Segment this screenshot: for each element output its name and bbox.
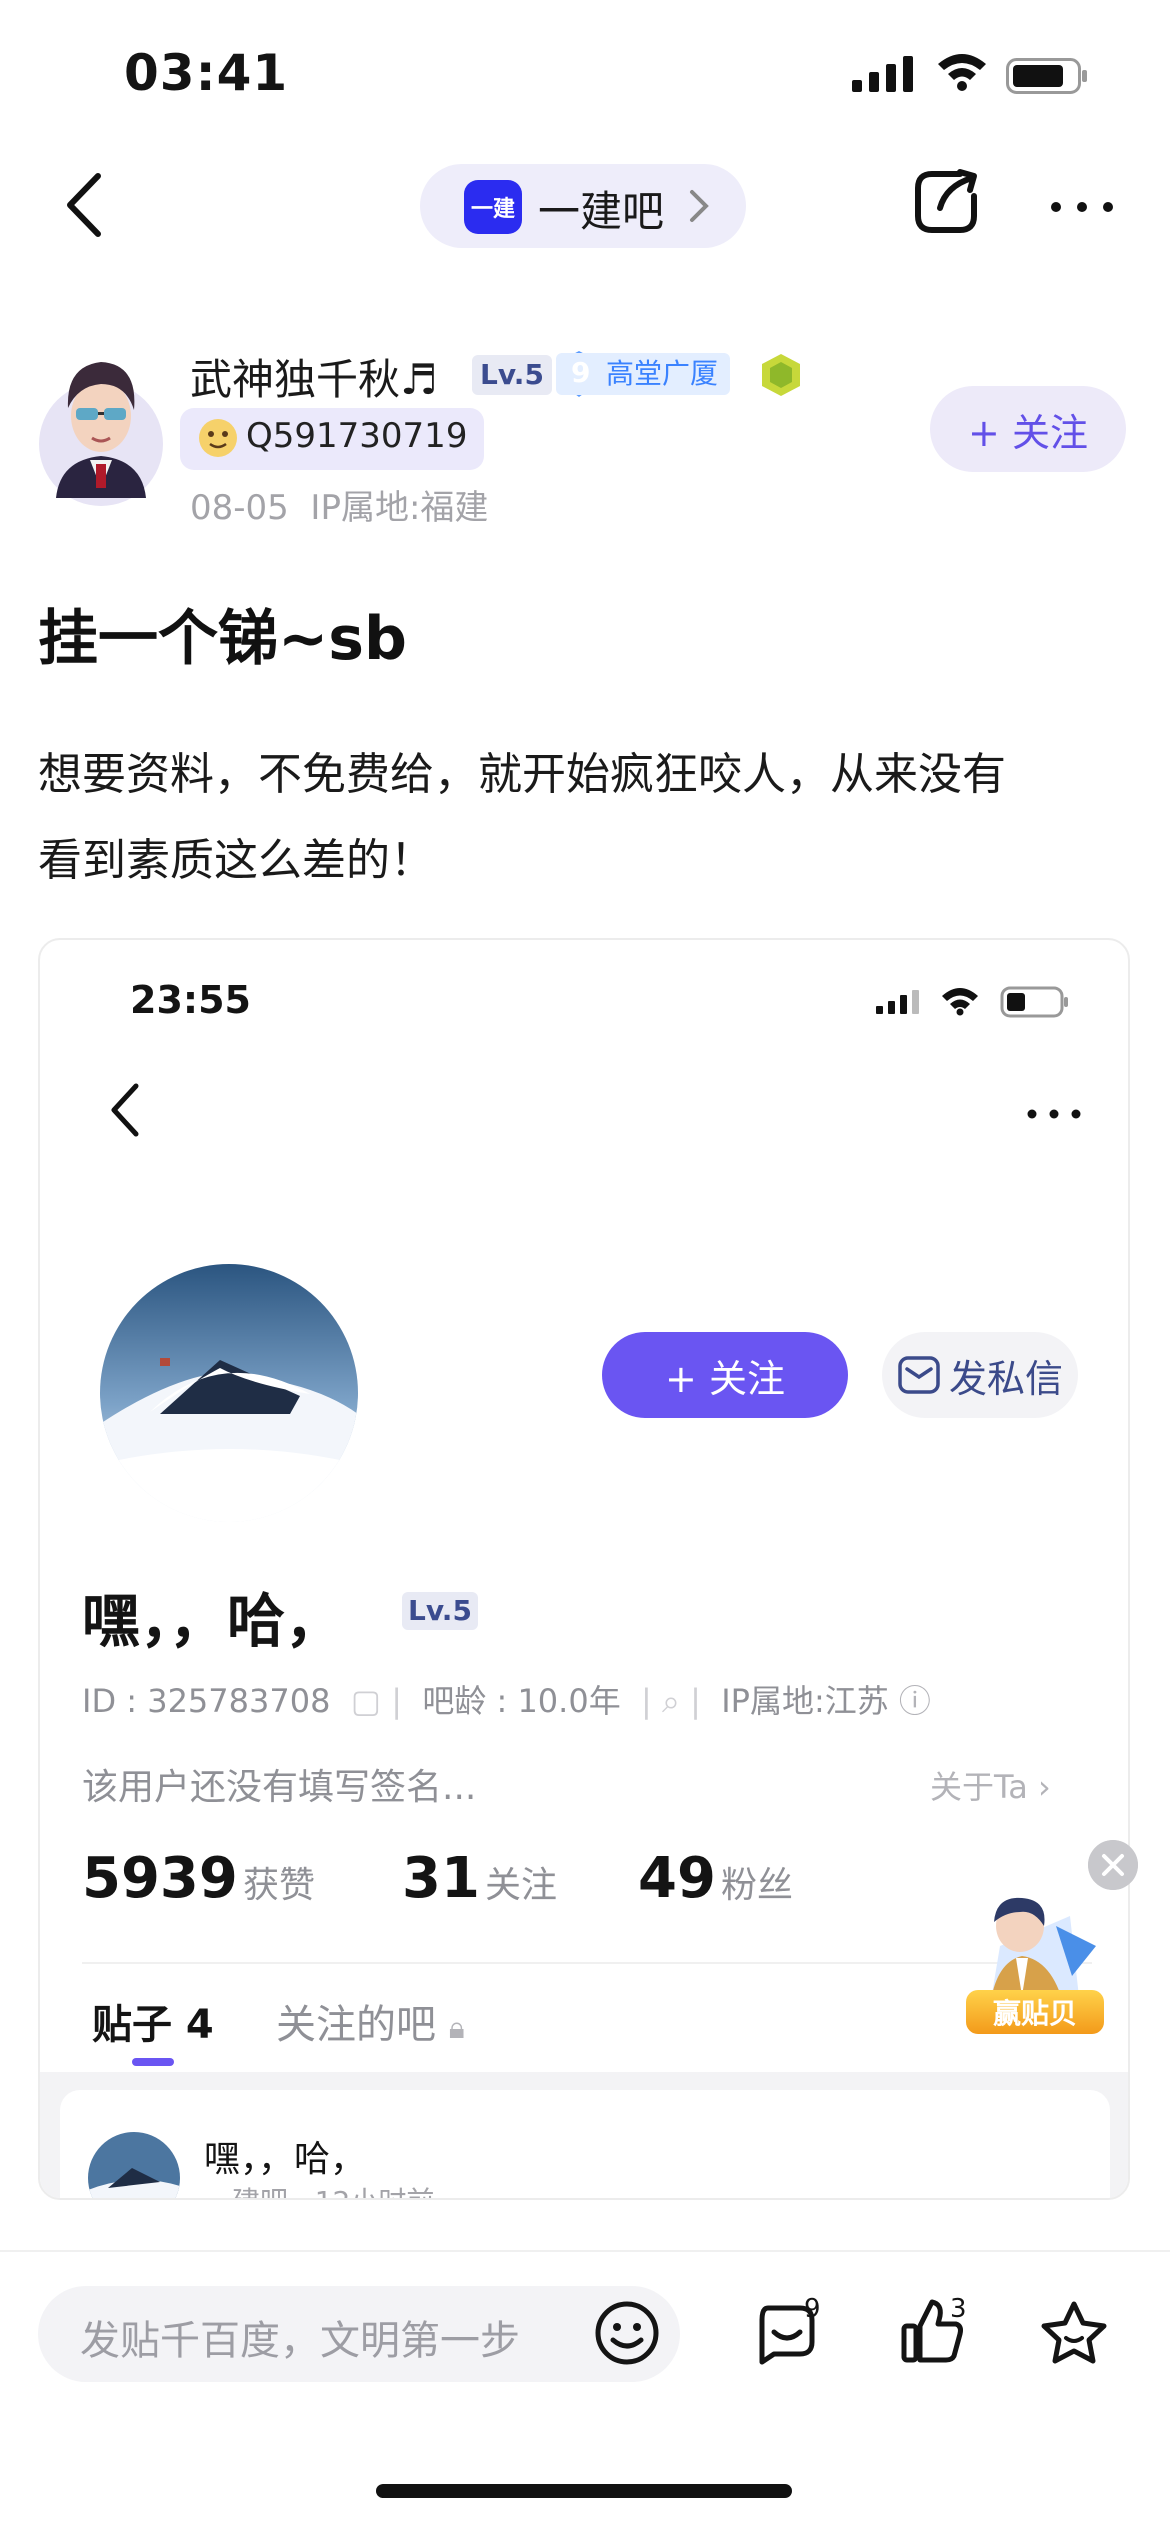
comment-input-placeholder[interactable]: 发贴千百度，文明第一步: [80, 2308, 520, 2366]
image-nickname: 嘿，，哈，: [82, 1587, 344, 1655]
stat-number: 31: [402, 1846, 480, 1911]
honor-level-number: 9: [571, 356, 591, 389]
author-name[interactable]: 武神独千秋♬: [190, 346, 438, 407]
image-message-button: 发私信: [882, 1332, 1078, 1418]
comment-button[interactable]: 9: [754, 2294, 821, 2370]
image-forum-age: 吧龄 : 10.0年: [422, 1682, 621, 1720]
achievement-badge-icon: [762, 354, 800, 396]
image-profile-info: ID : 325783708 ▢ | 吧龄 : 10.0年 | ⌕ | IP属地…: [82, 1682, 931, 1720]
post-body-line: 看到素质这么差的！: [38, 835, 434, 886]
favorite-star-icon[interactable]: [1040, 2300, 1108, 2366]
stat-label: 粉丝: [721, 1865, 794, 1906]
more-options-icon[interactable]: [1050, 200, 1114, 214]
stat-label: 关注: [485, 1865, 558, 1906]
image-more-icon: [1027, 1109, 1081, 1119]
image-level-badge: Lv.5: [402, 1592, 478, 1630]
like-button[interactable]: 3: [898, 2294, 968, 2370]
promo-widget[interactable]: 赢贴贝: [960, 1886, 1110, 2046]
image-about-link: 关于Ta ›: [930, 1768, 1051, 1806]
image-status-time: 23:55: [130, 978, 251, 1022]
battery-icon: [1006, 58, 1087, 94]
honor-title: 高堂广厦: [606, 357, 719, 390]
image-tab-forums-label: 关注的吧: [276, 2002, 436, 2048]
image-message-label: 发私信: [948, 1356, 1063, 1401]
image-stat-following: 31 关注: [402, 1846, 638, 1911]
emoji-icon[interactable]: [594, 2300, 660, 2366]
post-meta: 08-05 IP属地:福建: [190, 480, 488, 529]
image-ip-location: IP属地:江苏: [721, 1682, 889, 1720]
comment-count: 9: [804, 2294, 821, 2324]
post-body-line: 想要资料，不免费给，就开始疯狂咬人，从来没有: [38, 749, 1006, 800]
image-about-label: 关于Ta: [930, 1768, 1028, 1806]
stat-number: 49: [638, 1846, 716, 1911]
bottom-bar-divider: [0, 2250, 1170, 2252]
back-icon[interactable]: [58, 170, 108, 240]
post-body: 想要资料，不免费给，就开始疯狂咬人，从来没有 看到素质这么差的！: [38, 732, 1138, 904]
image-tab-indicator: [132, 2058, 174, 2066]
promo-label[interactable]: 赢贴贝: [966, 1990, 1104, 2034]
author-avatar[interactable]: [38, 348, 164, 508]
post-date: 08-05: [190, 488, 289, 528]
mail-icon: [898, 1356, 940, 1394]
stat-number: 5939: [82, 1846, 238, 1911]
qq-tag-text: Q591730719: [246, 416, 468, 456]
emoji-face-icon: [199, 419, 237, 457]
image-tab-posts: 贴子 4: [92, 2002, 214, 2048]
image-back-icon: [111, 1083, 139, 1137]
image-stat-fans: 49 粉丝: [638, 1846, 874, 1911]
forum-name[interactable]: 一建吧: [538, 178, 664, 239]
image-stats: 5939 获赞 31 关注 49 粉丝: [82, 1846, 874, 1911]
level-badge: Lv.5: [472, 355, 552, 395]
close-icon[interactable]: [1088, 1840, 1138, 1890]
wifi-icon: [938, 54, 986, 91]
home-indicator: [376, 2484, 792, 2498]
image-card-subtitle: 一建吧 · 12小时前: [204, 2180, 434, 2198]
post-title: 挂一个锑~sb: [38, 604, 407, 674]
cellular-signal-icon: [852, 56, 913, 92]
chevron-right-icon: [690, 190, 709, 222]
stat-label: 获赞: [242, 1865, 315, 1906]
image-tab-forums: 关注的吧 🔒︎: [276, 2002, 465, 2048]
image-signal-icon: [876, 990, 919, 1014]
follow-button[interactable]: + 关注: [930, 386, 1126, 472]
share-icon[interactable]: [910, 166, 982, 238]
image-bio: 该用户还没有填写签名...: [82, 1767, 477, 1808]
image-profile-avatar: [100, 1264, 358, 1522]
like-count: 3: [950, 2294, 967, 2324]
forum-logo[interactable]: 一建: [464, 180, 522, 234]
image-battery-icon: [1000, 986, 1068, 1018]
image-divider: [82, 1962, 1092, 1964]
ip-location: IP属地:福建: [310, 488, 489, 528]
status-time: 03:41: [124, 44, 289, 102]
image-follow-button: + 关注: [602, 1332, 848, 1418]
image-wifi-icon: [942, 988, 978, 1016]
image-card-name: 嘿，，哈，: [204, 2139, 367, 2180]
image-user-id: ID : 325783708: [82, 1682, 331, 1720]
image-stat-likes: 5939 获赞: [82, 1846, 402, 1911]
